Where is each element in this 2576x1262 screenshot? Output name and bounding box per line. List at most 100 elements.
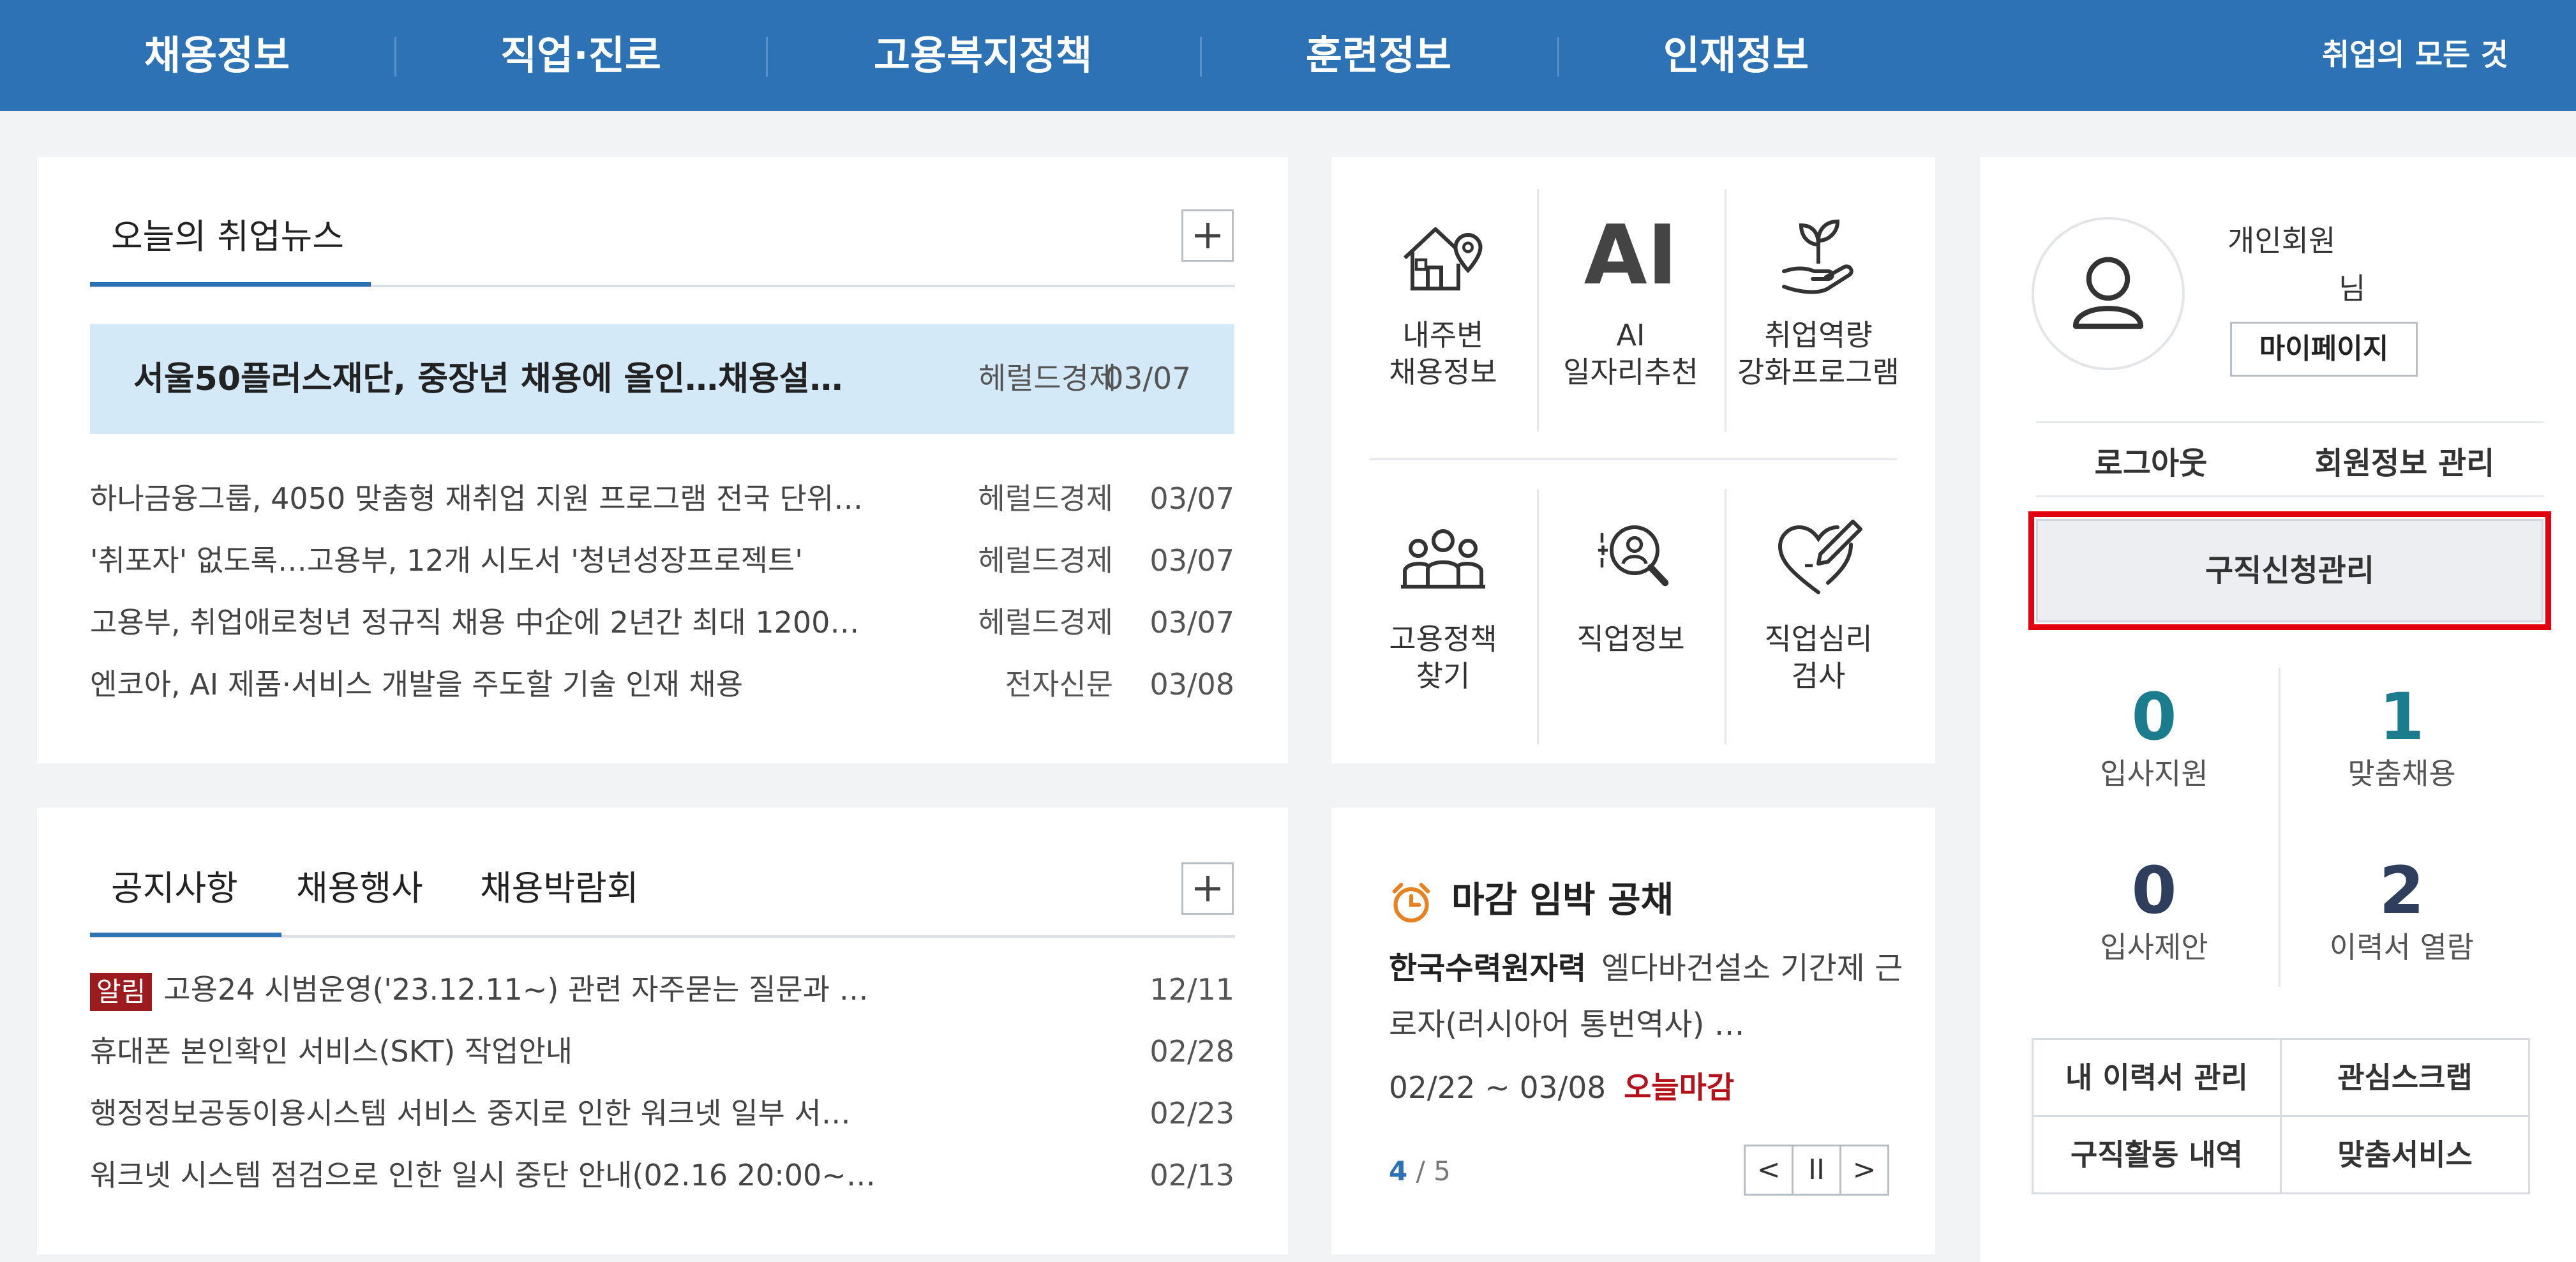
notice-panel: 공지사항 채용행사 채용박람회 알림 고용24 시범운영('23.12.11~) … bbox=[37, 808, 1288, 1254]
notice-row-title[interactable]: 휴대폰 본인확인 서비스(SKT) 작업안내 bbox=[90, 1029, 920, 1074]
notice-row-title[interactable]: 알림 고용24 시범운영('23.12.11~) 관련 자주묻는 질문과 … bbox=[90, 967, 920, 1012]
quick-menu-label: 취업역량 강화프로그램 bbox=[1737, 318, 1899, 389]
quick-menu-label: 직업심리 검사 bbox=[1764, 622, 1873, 693]
plant-hand-icon bbox=[1782, 219, 1853, 294]
member-honorific: 님 bbox=[2339, 271, 2366, 306]
news-row[interactable]: 하나금융그룹, 4050 맞춤형 재취업 지원 프로그램 전국 단위… 헤럴드경… bbox=[90, 476, 1234, 521]
quick-menu-job-info[interactable]: 직업정보 bbox=[1537, 512, 1725, 657]
deadline-today-badge: 오늘마감 bbox=[1624, 1070, 1735, 1106]
tab-notice[interactable]: 공지사항 bbox=[111, 860, 238, 910]
quick-menu-label: 내주변 채용정보 bbox=[1389, 318, 1497, 389]
quick-menu-label: AI 일자리추천 bbox=[1563, 318, 1698, 389]
quick-menu-employability-program[interactable]: 취업역량 강화프로그램 bbox=[1725, 208, 1912, 391]
deadline-title[interactable]: 마감 임박 공채 bbox=[1389, 871, 1674, 925]
news-row[interactable]: 고용부, 취업애로청년 정규직 채용 中企에 2년간 최대 1200… 헤럴드경… bbox=[90, 600, 1234, 645]
nav-item-jobs[interactable]: 채용정보 bbox=[77, 0, 357, 111]
quick-menu-label: 고용정책 찾기 bbox=[1389, 622, 1497, 693]
news-row-date: 03/08 bbox=[1149, 667, 1234, 702]
quick-menu-label: 직업정보 bbox=[1576, 622, 1685, 656]
interest-scrap-link[interactable]: 관심스크랩 bbox=[2280, 1038, 2530, 1117]
notice-badge: 알림 bbox=[90, 972, 153, 1011]
news-row-source: 헤럴드경제 bbox=[978, 481, 1113, 516]
news-more-button[interactable] bbox=[1181, 209, 1234, 262]
notice-more-button[interactable] bbox=[1181, 862, 1234, 915]
active-tab-underline bbox=[90, 933, 281, 937]
stat-applications-label: 입사지원 bbox=[2100, 756, 2208, 791]
deadline-next-button[interactable]: > bbox=[1839, 1145, 1889, 1196]
top-navigation-bar: 채용정보 직업·진로 고용복지정책 훈련정보 인재정보 취업의 모든 것 bbox=[0, 0, 2576, 111]
news-row-source: 전자신문 bbox=[1005, 667, 1113, 702]
mypage-button[interactable]: 마이페이지 bbox=[2230, 322, 2418, 377]
alarm-clock-icon bbox=[1392, 882, 1430, 922]
nav-item-training[interactable]: 훈련정보 bbox=[1238, 0, 1519, 111]
news-row-date: 03/07 bbox=[1149, 543, 1234, 578]
deadline-prev-button[interactable]: < bbox=[1744, 1145, 1793, 1196]
news-row[interactable]: '취포자' 없도록…고용부, 12개 시도서 '청년성장프로젝트' 헤럴드경제 … bbox=[90, 538, 1234, 583]
notice-row[interactable]: 휴대폰 본인확인 서비스(SKT) 작업안내 02/28 bbox=[90, 1029, 1234, 1074]
deadline-job-item[interactable]: 한국수력원자력 엘다바건설소 기간제 근로자(러시아어 통번역사) … bbox=[1389, 940, 1912, 1053]
nav-separator bbox=[394, 37, 396, 77]
news-row-source: 헤럴드경제 bbox=[978, 605, 1113, 640]
quick-menu-nearby-jobs[interactable]: 내주변 채용정보 bbox=[1349, 208, 1537, 391]
custom-service-link[interactable]: 맞춤서비스 bbox=[2280, 1115, 2530, 1194]
deadline-company: 한국수력원자력 bbox=[1389, 950, 1587, 986]
deadline-pause-button[interactable]: II bbox=[1792, 1145, 1841, 1196]
quick-menu-employment-policy[interactable]: 고용정책 찾기 bbox=[1349, 512, 1537, 695]
news-row[interactable]: 엔코아, AI 제품·서비스 개발을 주도할 기술 인재 채용 전자신문 03/… bbox=[90, 662, 1234, 707]
tab-job-fair[interactable]: 채용박람회 bbox=[480, 860, 638, 910]
stat-offers-label: 입사제안 bbox=[2100, 930, 2208, 965]
notice-row[interactable]: 행정정보공동이용시스템 서비스 중지로 인한 워크넷 일부 서… 02/23 bbox=[90, 1091, 1234, 1136]
notice-row-title[interactable]: 행정정보공동이용시스템 서비스 중지로 인한 워크넷 일부 서… bbox=[90, 1091, 920, 1136]
nav-item-talent[interactable]: 인재정보 bbox=[1596, 0, 1876, 111]
deadline-page-current: 4 bbox=[1389, 1155, 1408, 1187]
notice-row-text[interactable]: 고용24 시범운영('23.12.11~) 관련 자주묻는 질문과 … bbox=[163, 972, 868, 1007]
nav-item-career[interactable]: 직업·진로 bbox=[440, 0, 721, 111]
news-panel: 오늘의 취업뉴스 서울50플러스재단, 중장년 채용에 올인…채용설… 헤럴드경… bbox=[37, 157, 1288, 763]
nav-separator bbox=[1557, 37, 1559, 77]
active-tab-underline bbox=[90, 282, 371, 287]
user-divider bbox=[2036, 495, 2543, 497]
quick-menu-psych-test[interactable]: 직업심리 검사 bbox=[1725, 512, 1912, 695]
stat-resume-views-count[interactable]: 2 bbox=[2277, 853, 2526, 929]
news-row-date: 03/07 bbox=[1149, 481, 1234, 516]
stat-offers-count[interactable]: 0 bbox=[2030, 853, 2279, 929]
notice-row[interactable]: 알림 고용24 시범운영('23.12.11~) 관련 자주묻는 질문과 … 12… bbox=[90, 967, 1234, 1012]
person-search-icon bbox=[1598, 525, 1669, 587]
news-row-title[interactable]: '취포자' 없도록…고용부, 12개 시도서 '청년성장프로젝트' bbox=[90, 538, 920, 583]
notice-row-title[interactable]: 워크넷 시스템 점검으로 인한 일시 중단 안내(02.16 20:00~… bbox=[90, 1153, 920, 1198]
news-title[interactable]: 오늘의 취업뉴스 bbox=[111, 208, 344, 259]
headline-source: 헤럴드경제 bbox=[978, 361, 1117, 396]
people-group-icon bbox=[1401, 529, 1485, 589]
headline-title[interactable]: 서울50플러스재단, 중장년 채용에 올인…채용설… bbox=[133, 324, 899, 434]
stat-applications-count[interactable]: 0 bbox=[2030, 679, 2279, 755]
deadline-panel: 마감 임박 공채 한국수력원자력 엘다바건설소 기간제 근로자(러시아어 통번역사… bbox=[1331, 808, 1935, 1254]
deadline-page-total: / 5 bbox=[1416, 1155, 1451, 1187]
job-activity-history-link[interactable]: 구직활동 내역 bbox=[2032, 1115, 2282, 1194]
my-resume-manage-link[interactable]: 내 이력서 관리 bbox=[2032, 1038, 2282, 1117]
user-icon bbox=[2072, 257, 2144, 329]
member-type: 개인회원 bbox=[2228, 223, 2336, 258]
tab-hiring-events[interactable]: 채용행사 bbox=[296, 860, 423, 910]
news-row-title[interactable]: 고용부, 취업애로청년 정규직 채용 中企에 2년간 최대 1200… bbox=[90, 600, 920, 645]
avatar[interactable] bbox=[2032, 217, 2185, 370]
news-row-title[interactable]: 엔코아, AI 제품·서비스 개발을 주도할 기술 인재 채용 bbox=[90, 662, 920, 707]
news-headline[interactable]: 서울50플러스재단, 중장년 채용에 올인…채용설… 헤럴드경제 03/07 bbox=[90, 324, 1234, 434]
stat-matched-count[interactable]: 1 bbox=[2277, 679, 2526, 755]
user-divider bbox=[2036, 421, 2543, 423]
nav-all-menu[interactable]: 취업의 모든 것 bbox=[2322, 0, 2508, 111]
news-row-date: 03/07 bbox=[1149, 605, 1234, 640]
notice-row-date: 02/23 bbox=[1149, 1096, 1234, 1131]
notice-row[interactable]: 워크넷 시스템 점검으로 인한 일시 중단 안내(02.16 20:00~… 0… bbox=[90, 1153, 1234, 1198]
nav-item-welfare-policy[interactable]: 고용복지정책 bbox=[830, 0, 1136, 111]
member-info-button[interactable]: 회원정보 관리 bbox=[2266, 438, 2543, 483]
ai-icon: AI bbox=[1584, 208, 1678, 303]
news-row-title[interactable]: 하나금융그룹, 4050 맞춤형 재취업 지원 프로그램 전국 단위… bbox=[90, 476, 920, 521]
notice-row-date: 02/13 bbox=[1149, 1158, 1234, 1192]
notice-row-date: 12/11 bbox=[1149, 972, 1234, 1007]
notice-row-date: 02/28 bbox=[1149, 1034, 1234, 1069]
deadline-title-text: 마감 임박 공채 bbox=[1451, 880, 1674, 921]
heart-pencil-icon bbox=[1778, 520, 1862, 594]
quick-menu-ai-recommend[interactable]: AI AI 일자리추천 bbox=[1537, 208, 1725, 391]
logout-button[interactable]: 로그아웃 bbox=[2036, 438, 2266, 483]
quick-menu-divider bbox=[1370, 458, 1897, 460]
